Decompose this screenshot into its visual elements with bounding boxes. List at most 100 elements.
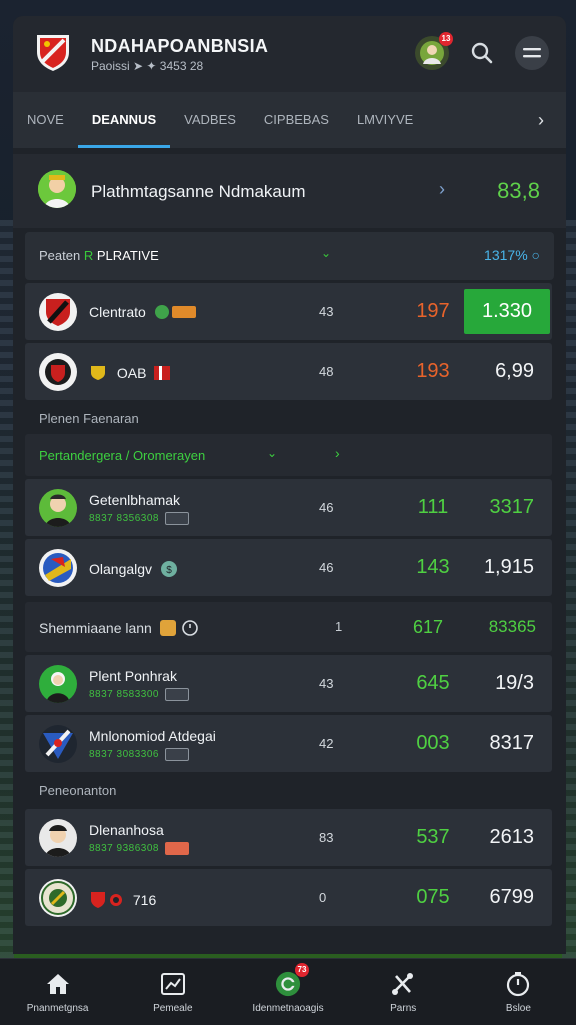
tab-deannus[interactable]: DEANNUS [77,92,171,148]
team-name: Mnlonomiod Atdegai [89,728,216,744]
group-value[interactable]: 83365 [489,617,536,637]
odds-home[interactable]: 197 [403,300,463,323]
market-filter[interactable]: Peaten R PLRATIVE ⌄ 1317% ○ [25,232,554,280]
match-row[interactable]: Clentrato 43 197 1.330 [25,283,552,340]
odds-away[interactable]: 1,915 [484,556,534,579]
group-row[interactable]: Shemmiaane lann 1 617 83365 [25,602,552,652]
odds-away[interactable]: 6,99 [495,360,534,383]
odds-home[interactable]: 111 [403,496,463,519]
match-count: 83 [319,830,334,845]
filter-dropdown-chevron-icon[interactable]: ⌄ [321,246,331,260]
nav-label: Bsloe [505,1002,531,1014]
group-name: Shemmiaane lann [39,619,200,640]
featured-name: Plathmtagsanne Ndmakaum [91,182,306,201]
odds-home[interactable]: 143 [403,556,463,579]
team-meta: 8837 8356308 [89,512,189,525]
live-icon: 73 [275,962,309,997]
profile-button[interactable]: 13 [415,32,453,70]
search-button[interactable] [465,36,499,70]
home-icon [45,971,71,997]
featured-odds[interactable]: 83,8 [497,178,540,204]
filter-percent: 1317% ○ [484,247,540,263]
featured-avatar [38,170,76,208]
odds-away[interactable]: 8317 [490,732,535,755]
team-name: Olangalgv $ [89,560,178,581]
odds-away[interactable]: 3317 [490,496,535,519]
match-row[interactable]: Mnlonomiod Atdegai 8837 3083306 42 003 8… [25,715,552,772]
search-icon [471,42,493,64]
match-count: 42 [319,736,334,751]
flag-icon [164,842,189,855]
match-row[interactable]: OAB 48 193 6,99 [25,343,552,400]
nav-stats[interactable]: Pemeale [115,959,230,1025]
nav-label: Idenmetnaoagis [252,1002,324,1014]
group-odds[interactable]: 617 [413,617,443,638]
group-name-text: Shemmiaane lann [39,620,152,637]
app-title: NDAHAPOANBNSIA [91,36,269,56]
team-crest-icon [39,293,77,331]
sub-filter[interactable]: Pertandergera / Oromerayen ⌄ › [25,434,552,476]
team-name: 716 [89,890,156,913]
shield-icon [89,364,107,385]
team-crest-icon [39,549,77,587]
timer-icon [505,971,531,997]
stats-icon [160,971,186,997]
tab-cipbebas[interactable]: CIPBEBAS [264,92,329,148]
nav-live[interactable]: 73 Idenmetnaoagis [230,959,345,1025]
odds-home[interactable]: 003 [403,732,463,755]
nav-timer[interactable]: Bsloe [461,959,576,1025]
flag-icon [154,366,171,383]
nav-home[interactable]: Pnanmetgnsa [0,959,115,1025]
filter-value: PLRATIVE [96,248,159,263]
group-count: 1 [335,619,343,634]
stats-box-icon [164,688,189,701]
team-name-text: Clentrato [89,304,146,321]
team-meta: 8837 3083306 [89,748,189,761]
odds-away[interactable]: 19/3 [495,672,534,695]
team-name: Getenlbhamak [89,492,181,508]
match-count: 0 [319,890,327,905]
team-meta: 8837 9386308 [89,842,189,855]
info-badge-icon: $ [160,560,178,581]
tab-lmviyve[interactable]: LMVIYVE [357,92,413,148]
odds-home[interactable]: 193 [403,360,463,383]
tabs-next-chevron-icon[interactable]: › [538,110,544,131]
odds-away[interactable]: 2613 [490,826,535,849]
team-name: OAB [89,364,171,385]
menu-button[interactable] [515,36,549,70]
odds-home[interactable]: 075 [403,886,463,909]
nav-tools[interactable]: Parns [346,959,461,1025]
chevron-right-icon[interactable]: › [335,445,340,461]
chevron-down-icon[interactable]: ⌄ [267,446,277,460]
match-count: 48 [319,364,334,379]
match-row[interactable]: Getenlbhamak 8837 8356308 46 111 3317 [25,479,552,536]
odds-home[interactable]: 645 [403,672,463,695]
team-crest-icon [39,353,77,391]
svg-text:$: $ [166,565,172,576]
odds-selected[interactable]: 1.330 [464,289,550,334]
stadium-left-decoration [0,220,14,980]
section-header: Plenen Faenaran [39,411,139,426]
team-meta-text: 8837 8356308 [89,513,159,525]
match-row[interactable]: Dlenanhosa 8837 9386308 83 537 2613 [25,809,552,866]
bottom-nav: Pnanmetgnsa Pemeale 73 Idenmetnaoagis Pa… [0,958,576,1025]
nav-label: Parns [390,1002,417,1014]
featured-chevron-icon[interactable]: › [439,179,445,200]
odds-home[interactable]: 537 [403,826,463,849]
odds-away[interactable]: 6799 [490,886,535,909]
match-row[interactable]: Plent Ponhrak 8837 8583300 43 645 19/3 [25,655,552,712]
player-avatar-icon [38,170,76,208]
team-name: Plent Ponhrak [89,668,177,684]
filter-value-mark: R [83,248,94,263]
featured-match[interactable]: Plathmtagsanne Ndmakaum › 83,8 [13,154,566,228]
top-bar: NDAHAPOANBNSIA Paoissi ➤ ✦ 3453 28 13 [13,16,566,92]
tab-vadbes[interactable]: VADBES [184,92,236,148]
stats-box-icon [164,748,189,761]
team-meta-text: 8837 9386308 [89,843,159,855]
team-name: Dlenanhosa [89,822,164,838]
tab-nove[interactable]: NOVE [27,92,64,148]
match-row[interactable]: Olangalgv $ 46 143 1,915 [25,539,552,596]
match-row[interactable]: 716 0 075 6799 [25,869,552,926]
match-count: 43 [319,304,334,319]
team-name: Clentrato [89,304,198,323]
